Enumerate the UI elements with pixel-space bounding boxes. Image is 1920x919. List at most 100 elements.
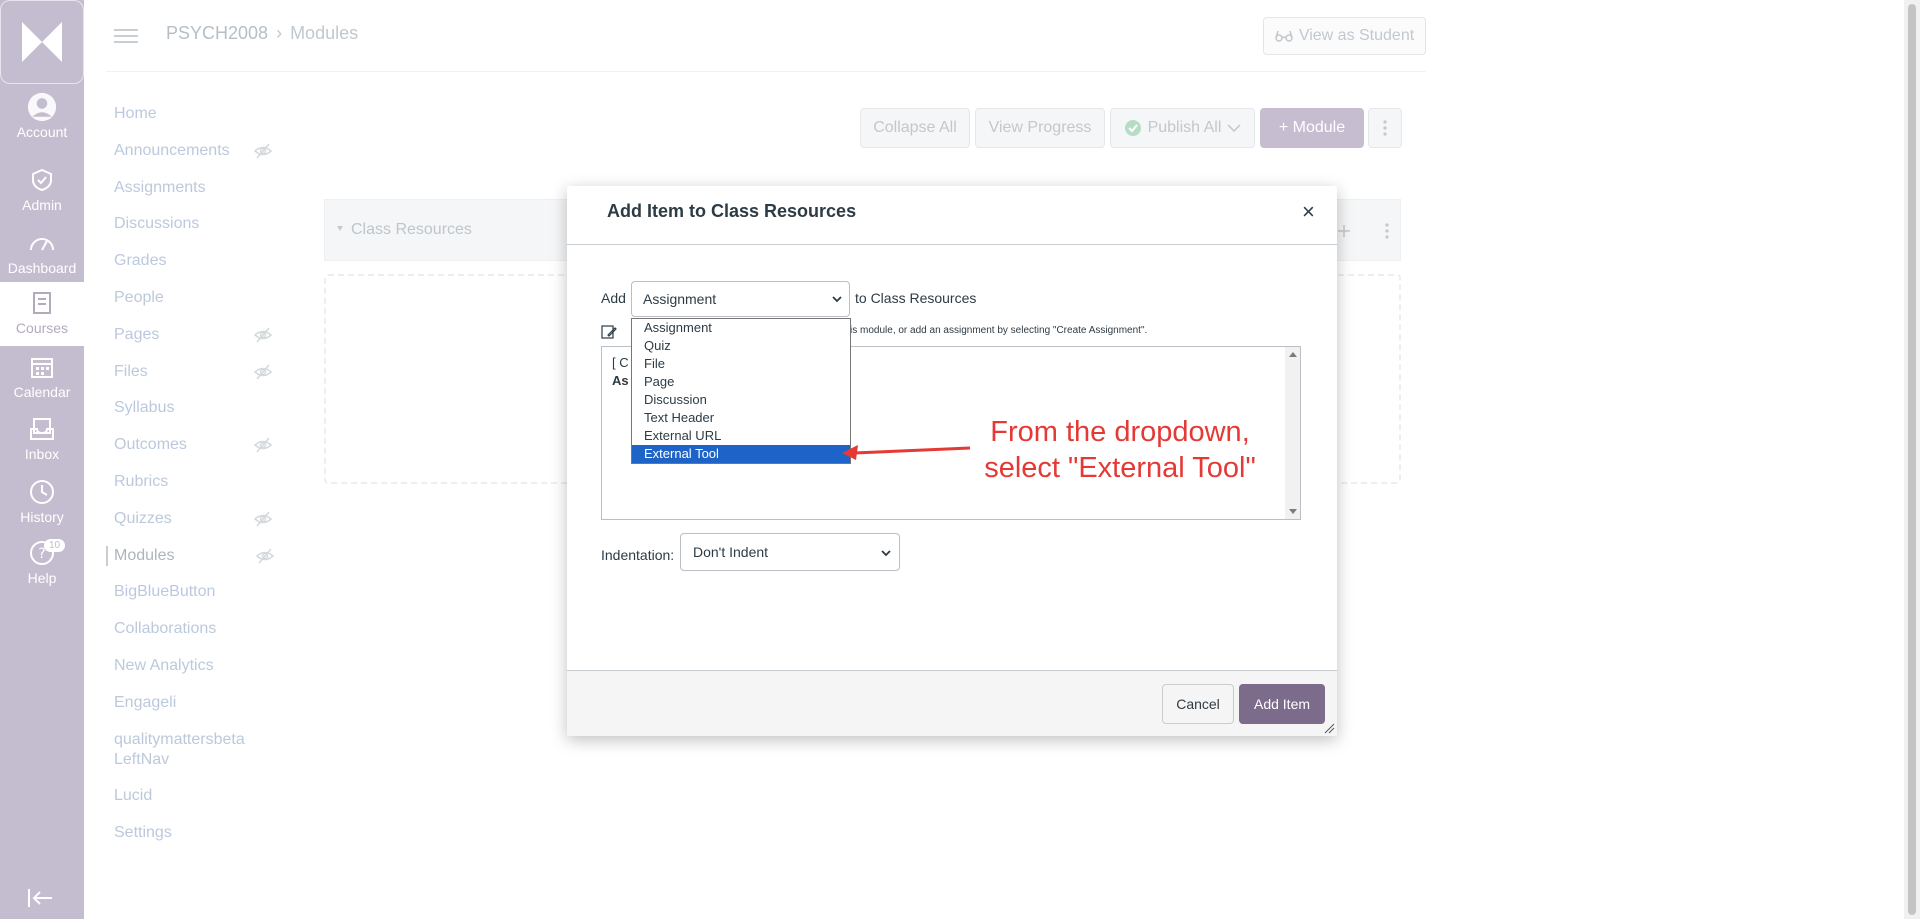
collapse-icon [28,889,52,907]
course-nav-new-analytics[interactable]: New Analytics [106,656,276,676]
course-nav-files[interactable]: Files [106,362,276,382]
close-icon[interactable]: × [1302,200,1315,224]
cancel-button[interactable]: Cancel [1162,684,1234,724]
course-nav-label: Modules [114,547,175,564]
course-nav-settings[interactable]: Settings [106,823,276,843]
annotation-text: From the dropdown, select "External Tool… [960,414,1280,486]
course-nav-assignments[interactable]: Assignments [106,178,276,198]
course-nav-syllabus[interactable]: Syllabus [106,398,276,418]
course-nav-grades[interactable]: Grades [106,251,276,271]
course-nav-bigbluebutton[interactable]: BigBlueButton [106,582,276,602]
glasses-icon [1275,30,1293,42]
list-item[interactable]: [ C [612,355,629,370]
indentation-value: Don't Indent [693,544,769,560]
course-menu-button[interactable] [114,25,138,49]
add-module-label: + Module [1278,119,1346,136]
global-nav-inbox[interactable]: Inbox [0,414,84,476]
course-nav-announcements[interactable]: Announcements [106,141,276,161]
item-type-dropdown[interactable]: Assignment Quiz File Page Discussion Tex… [631,318,851,464]
global-nav-help[interactable]: ? 10 Help [0,538,84,600]
add-item-button[interactable]: Add Item [1239,684,1325,724]
course-nav-label: BigBlueButton [114,583,216,600]
global-nav-history[interactable]: History [0,477,84,539]
eye-slash-icon [256,548,274,564]
course-nav-people[interactable]: People [106,288,276,308]
course-nav-label: Announcements [114,142,230,159]
global-nav-calendar[interactable]: Calendar [0,352,84,414]
collapse-all-label: Collapse All [873,119,957,136]
course-nav-engageli[interactable]: Engageli [106,693,276,713]
global-nav-label: Inbox [24,446,60,462]
course-nav-outcomes[interactable]: Outcomes [106,435,276,455]
plus-icon[interactable] [1337,224,1351,238]
dropdown-option-file[interactable]: File [632,355,850,373]
dropdown-option-discussion[interactable]: Discussion [632,391,850,409]
dropdown-option-assignment[interactable]: Assignment [632,319,850,337]
view-progress-button[interactable]: View Progress [975,108,1105,148]
course-nav-discussions[interactable]: Discussions [106,214,276,234]
item-type-value: Assignment [643,291,717,307]
global-nav-dashboard[interactable]: Dashboard [0,228,84,290]
publish-all-button[interactable]: Publish All [1110,108,1255,148]
list-item[interactable]: As [612,373,629,388]
chevron-down-icon [1227,124,1241,133]
course-nav-modules[interactable]: Modules [106,546,276,566]
more-options-button[interactable] [1368,108,1402,148]
global-nav-label: Admin [22,197,62,213]
annotation-line-2: select "External Tool" [984,452,1256,484]
course-nav-label: Outcomes [114,436,187,453]
add-module-button[interactable]: + Module [1260,108,1364,148]
resize-handle-icon[interactable] [1323,722,1335,734]
chevron-down-icon [832,296,842,303]
courses-icon [27,288,57,318]
dropdown-option-page[interactable]: Page [632,373,850,391]
kebab-menu-icon[interactable] [1385,222,1389,240]
global-nav-account[interactable]: Account [0,92,84,154]
course-nav-label: Discussions [114,215,200,232]
collapse-all-button[interactable]: Collapse All [860,108,970,148]
to-module-label: to Class Resources [855,290,977,306]
institution-logo[interactable] [0,0,84,84]
course-nav-collaborations[interactable]: Collaborations [106,619,276,639]
scroll-down-icon[interactable] [1289,509,1297,514]
course-nav-home[interactable]: Home [106,104,276,124]
dropdown-option-external-url[interactable]: External URL [632,427,850,445]
course-nav-label: Assignments [114,179,206,196]
collapse-nav-button[interactable] [26,886,56,910]
dropdown-option-text-header[interactable]: Text Header [632,409,850,427]
global-nav-courses[interactable]: Courses [0,282,84,346]
item-type-select[interactable]: Assignment [631,281,850,317]
view-as-student-label: View as Student [1298,27,1415,44]
list-scrollbar[interactable] [1285,347,1300,519]
global-nav-label: History [20,509,64,525]
course-nav-label: Lucid [114,787,153,804]
course-nav-lucid[interactable]: Lucid [106,786,276,806]
dropdown-option-external-tool[interactable]: External Tool [632,445,850,463]
global-nav-label: Dashboard [7,260,77,276]
course-nav-qualitymatters[interactable]: qualitymattersbeta LeftNav [106,730,276,770]
account-icon [27,92,57,122]
check-circle-icon [1124,120,1141,136]
scroll-up-icon[interactable] [1289,352,1297,357]
course-nav-pages[interactable]: Pages [106,325,276,345]
add-item-label: Add Item [1253,696,1311,712]
global-nav-admin[interactable]: Admin [0,165,84,227]
annotation-line-1: From the dropdown, [990,416,1250,448]
scrollbar-thumb[interactable] [1908,4,1916,915]
breadcrumb-separator: › [276,23,283,43]
logo-icon [22,22,62,62]
indentation-select[interactable]: Don't Indent [680,533,900,571]
inbox-icon [27,414,57,444]
page-scrollbar[interactable] [1904,0,1920,919]
dialog-footer: Cancel Add Item [567,670,1337,736]
course-nav-rubrics[interactable]: Rubrics [106,472,276,492]
chevron-down-icon [881,550,891,557]
view-as-student-button[interactable]: View as Student [1263,17,1426,55]
breadcrumb-course[interactable]: PSYCH2008 [166,23,268,44]
dropdown-option-quiz[interactable]: Quiz [632,337,850,355]
course-nav-label: Pages [114,326,160,343]
module-title: Class Resources [351,221,472,238]
global-nav-label: Calendar [13,384,71,400]
course-nav-quizzes[interactable]: Quizzes [106,509,276,529]
admin-icon [27,165,57,195]
